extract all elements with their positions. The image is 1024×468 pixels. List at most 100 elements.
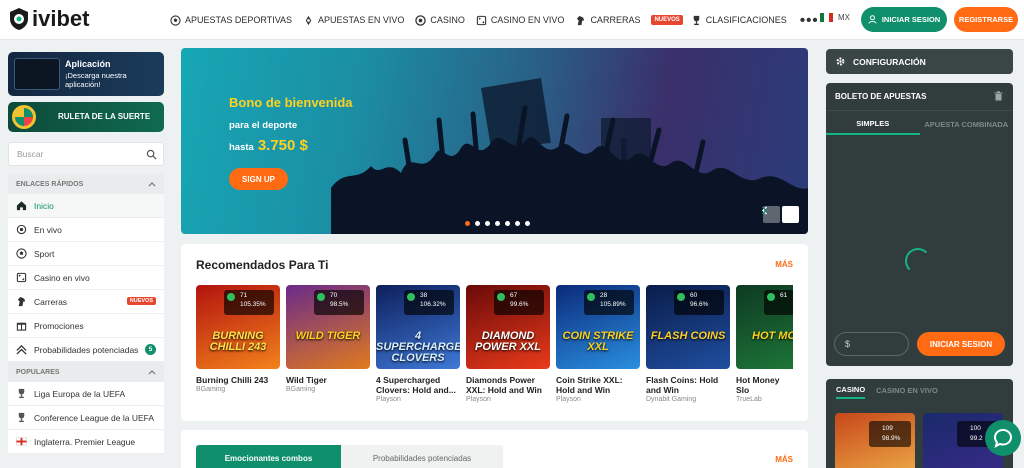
nav-item-sports[interactable]: Apuestas deportivas <box>170 14 292 26</box>
brand-name: ivibet <box>32 6 90 31</box>
england-flag-icon <box>16 437 27 446</box>
game-card[interactable]: 38 106.32% 4 SUPERCHARGED CLOVERS 4 Superch… <box>376 285 460 403</box>
hero-subtitle: para el deporte <box>229 120 298 131</box>
carousel-dot[interactable] <box>525 221 530 226</box>
mini-game-card[interactable]: 109 98.9% <box>835 413 915 468</box>
stake-input[interactable]: $ <box>834 332 909 356</box>
region-selector[interactable]: MX <box>820 13 850 22</box>
game-card[interactable]: 71 105.35% BURNING CHILLI 243 Burning Chill… <box>196 285 280 403</box>
carousel-next-button[interactable] <box>761 206 799 223</box>
game-rtp: 105.89% <box>600 301 626 308</box>
game-thumbnail[interactable]: 67 99.6% DIAMOND POWER XXL <box>466 285 550 369</box>
game-thumbnail[interactable]: 71 105.35% BURNING CHILLI 243 <box>196 285 280 369</box>
carousel-arrows <box>761 206 799 223</box>
game-thumbnail[interactable]: 70 98.5% WILD TIGER <box>286 285 370 369</box>
game-name: 4 Supercharged Clovers: Hold and... <box>376 375 456 395</box>
tab-casino[interactable]: CASINO <box>836 385 866 399</box>
settings-button[interactable]: CONFIGURACIÓN <box>826 49 1013 74</box>
game-name: Hot Money Slo <box>736 375 780 395</box>
more-link[interactable]: MÁS <box>775 455 793 464</box>
combos-section: Emocionantes combos Probabilidades poten… <box>181 430 808 468</box>
app-download-banner[interactable]: Aplicación ¡Descarga nuestra aplicación! <box>8 52 164 96</box>
tab-exciting-combos[interactable]: Emocionantes combos <box>196 445 341 468</box>
game-provider: Playson <box>466 396 491 403</box>
game-card[interactable]: 70 98.5% WILD TIGER Wild Tiger BGaming <box>286 285 370 403</box>
boost-icon <box>16 344 27 355</box>
sidebar-item-live-casino[interactable]: Casino en vivo <box>8 266 164 290</box>
live-casino-icon <box>16 272 27 283</box>
tab-boosted-odds[interactable]: Probabilidades potenciadas <box>341 445 503 468</box>
nav-item-races[interactable]: Carreras <box>575 15 640 26</box>
game-card[interactable]: 28 105.89% COIN STRIKE XXL Coin Strike XXL:… <box>556 285 640 403</box>
sidebar-item-live[interactable]: En vivo <box>8 218 164 242</box>
logo[interactable]: ivibet <box>8 6 89 32</box>
game-thumbnail[interactable]: 28 105.89% COIN STRIKE XXL <box>556 285 640 369</box>
carousel-dot[interactable] <box>515 221 520 226</box>
more-menu-button[interactable]: ••• <box>800 12 819 29</box>
sidebar-item-boosted-odds[interactable]: Probabilidades potenciadas 5 <box>8 338 164 362</box>
nav-item-live-bets[interactable]: Apuestas en vivo <box>303 15 404 26</box>
game-provider: Playson <box>556 396 581 403</box>
hero-title: Bono de bienvenida <box>229 95 353 110</box>
carousel-dots <box>465 221 535 226</box>
game-rtp: 98.5% <box>330 301 349 308</box>
carousel-dot[interactable] <box>475 221 480 226</box>
game-thumbnail[interactable]: 60 96.6% FLASH COINS <box>646 285 730 369</box>
mexico-flag-icon <box>820 13 833 22</box>
carousel-dot[interactable] <box>485 221 490 226</box>
trophy-icon <box>693 15 700 25</box>
nav-item-live-casino[interactable]: Casino en vivo <box>476 15 564 26</box>
game-card[interactable]: 60 96.6% FLASH COINS Flash Coins: Hold and … <box>646 285 730 403</box>
register-button[interactable]: REGISTRARSE <box>954 7 1018 32</box>
clover-icon <box>677 293 685 301</box>
tab-single-bets[interactable]: SIMPLES <box>826 113 920 135</box>
search-input[interactable]: Buscar <box>8 142 164 166</box>
trash-icon[interactable] <box>994 91 1003 101</box>
search-icon <box>146 149 157 160</box>
sidebar-item-promotions[interactable]: Promociones <box>8 314 164 338</box>
nav-item-casino[interactable]: Casino <box>415 14 465 26</box>
chat-button[interactable] <box>985 420 1021 456</box>
carousel-dot[interactable] <box>465 221 470 226</box>
popular-header[interactable]: POPULARES <box>8 362 164 382</box>
game-name: Coin Strike XXL: Hold and Win <box>556 375 623 395</box>
sidebar-item-sport[interactable]: Sport <box>8 242 164 266</box>
game-name: Diamonds Power XXL: Hold and Win <box>466 375 542 395</box>
login-button[interactable]: INICIAR SESION <box>861 7 947 32</box>
quick-links-header[interactable]: ENLACES RÁPIDOS <box>8 174 164 194</box>
sidebar-item-conference-league[interactable]: Conference League de la UEFA <box>8 406 164 430</box>
game-logo-text: WILD TIGER <box>295 330 361 342</box>
game-rank: 61 <box>780 292 788 299</box>
game-stats: 38 106.32% <box>404 290 454 315</box>
game-stats: 60 96.6% <box>674 290 724 315</box>
game-card[interactable]: 61 HOT MON Hot Money SloTrueLab <box>736 285 793 403</box>
sidebar-item-premier-league[interactable]: Inglaterra. Premier League <box>8 430 164 454</box>
sidebar-item-europa-league[interactable]: Liga Europa de la UEFA <box>8 382 164 406</box>
loading-spinner-icon <box>905 248 931 274</box>
game-card[interactable]: 67 99.6% DIAMOND POWER XXL Diamonds Power X… <box>466 285 550 403</box>
soccer-ball-icon <box>16 248 27 259</box>
home-icon <box>16 201 27 211</box>
lucky-wheel-banner[interactable]: RULETA DE LA SUERTE <box>8 102 164 132</box>
hero-banner[interactable]: Bono de bienvenida para el deporte hasta… <box>181 48 808 234</box>
tab-combo-bet[interactable]: APUESTA COMBINADA <box>920 113 1014 135</box>
more-link[interactable]: MÁS <box>775 260 793 269</box>
game-rtp: 106.32% <box>420 301 446 308</box>
game-name: Flash Coins: Hold and Win <box>646 375 719 395</box>
game-provider: BGaming <box>196 386 226 393</box>
bet-slip-login-button[interactable]: INICIAR SESION <box>917 332 1005 356</box>
bet-slip-tabs: SIMPLES APUESTA COMBINADA <box>826 113 1013 135</box>
soccer-ball-icon <box>170 14 181 26</box>
game-logo-text: DIAMOND POWER XXL <box>474 330 541 353</box>
sidebar-item-home[interactable]: Inicio <box>8 194 164 218</box>
game-thumbnail[interactable]: 61 HOT MON <box>736 285 793 369</box>
trophy-icon <box>18 388 25 399</box>
game-rank: 67 <box>510 292 518 299</box>
carousel-dot[interactable] <box>495 221 500 226</box>
sidebar-item-races[interactable]: Carreras Nuevos <box>8 290 164 314</box>
game-thumbnail[interactable]: 38 106.32% 4 SUPERCHARGED CLOVERS <box>376 285 460 369</box>
tab-live-casino[interactable]: CASINO EN VIVO <box>876 386 938 398</box>
carousel-dot[interactable] <box>505 221 510 226</box>
nav-item-rankings[interactable]: Clasificaciones <box>691 15 787 26</box>
sign-up-button[interactable]: SIGN UP <box>229 168 288 190</box>
